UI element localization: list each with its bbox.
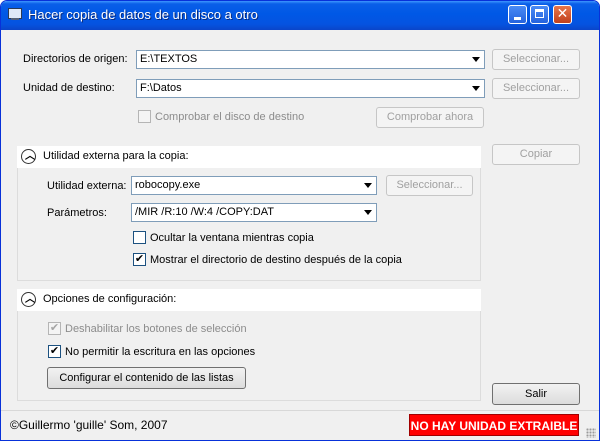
external-utility-title: Utilidad externa para la copia: xyxy=(43,150,189,162)
checkmark-icon: ✔ xyxy=(49,345,60,357)
no-write-checkbox[interactable]: ✔ xyxy=(48,345,61,358)
source-select-button[interactable]: Seleccionar... xyxy=(492,49,580,70)
maximize-button[interactable] xyxy=(530,5,549,24)
dropdown-arrow-icon xyxy=(364,183,372,188)
window-title: Hacer copia de datos de un disco a otro xyxy=(28,7,258,22)
config-header[interactable]: ︿ Opciones de configuración: xyxy=(17,289,481,311)
check-now-button[interactable]: Comprobar ahora xyxy=(376,107,484,128)
close-icon: ✕ xyxy=(556,6,569,22)
collapse-icon[interactable]: ︿ xyxy=(21,149,36,164)
dropdown-arrow-icon xyxy=(364,210,372,215)
dropdown-arrow-icon xyxy=(472,86,480,91)
destination-value: F:\Datos xyxy=(140,82,182,94)
resize-grip-icon[interactable] xyxy=(586,428,596,438)
collapse-icon[interactable]: ︿ xyxy=(21,292,36,307)
minimize-button[interactable] xyxy=(508,5,527,24)
maximize-icon xyxy=(535,9,544,18)
destination-combo[interactable]: F:\Datos xyxy=(136,79,485,98)
tool-select-button[interactable]: Seleccionar... xyxy=(386,175,473,196)
checkmark-icon: ✔ xyxy=(49,322,60,334)
config-title: Opciones de configuración: xyxy=(43,293,177,305)
source-label: Directorios de origen: xyxy=(23,53,128,65)
check-destination-label: Comprobar el disco de destino xyxy=(155,111,305,123)
dropdown-arrow-icon xyxy=(472,57,480,62)
tool-value: robocopy.exe xyxy=(135,179,201,191)
close-button[interactable]: ✕ xyxy=(553,5,572,24)
checkmark-icon: ✔ xyxy=(134,253,145,265)
status-bar: ©Guillermo 'guille' Som, 2007 NO HAY UNI… xyxy=(1,410,599,440)
main-window: Hacer copia de datos de un disco a otro … xyxy=(0,0,600,441)
app-icon[interactable] xyxy=(8,8,22,21)
params-label: Parámetros: xyxy=(47,207,107,219)
external-utility-header[interactable]: ︿ Utilidad externa para la copia: xyxy=(17,146,481,168)
params-value: /MIR /R:10 /W:4 /COPY:DAT xyxy=(135,206,274,218)
tool-combo[interactable]: robocopy.exe xyxy=(131,176,377,195)
hide-window-label: Ocultar la ventana mientras copia xyxy=(150,232,314,244)
copyright-text: ©Guillermo 'guille' Som, 2007 xyxy=(10,418,168,432)
copy-button[interactable]: Copiar xyxy=(492,144,580,165)
source-value: E:\TEXTOS xyxy=(140,53,198,65)
no-write-label: No permitir la escritura en las opciones xyxy=(65,346,256,358)
no-removable-drive-alert: NO HAY UNIDAD EXTRAIBLE xyxy=(409,414,579,436)
tool-label: Utilidad externa: xyxy=(47,180,127,192)
minimize-icon xyxy=(514,17,521,20)
source-combo[interactable]: E:\TEXTOS xyxy=(136,50,485,69)
title-bar[interactable]: Hacer copia de datos de un disco a otro … xyxy=(1,1,599,30)
disable-select-label: Deshabilitar los botones de selección xyxy=(65,323,247,335)
configure-lists-button[interactable]: Configurar el contenido de las listas xyxy=(47,367,246,389)
disable-select-checkbox[interactable]: ✔ xyxy=(48,322,61,335)
exit-button[interactable]: Salir xyxy=(492,383,580,405)
destination-label: Unidad de destino: xyxy=(23,82,115,94)
show-destination-label: Mostrar el directorio de destino después… xyxy=(150,254,402,266)
hide-window-checkbox[interactable] xyxy=(133,231,146,244)
destination-select-button[interactable]: Seleccionar... xyxy=(492,78,580,99)
check-destination-checkbox[interactable] xyxy=(138,110,151,123)
show-destination-checkbox[interactable]: ✔ xyxy=(133,253,146,266)
params-combo[interactable]: /MIR /R:10 /W:4 /COPY:DAT xyxy=(131,203,377,222)
